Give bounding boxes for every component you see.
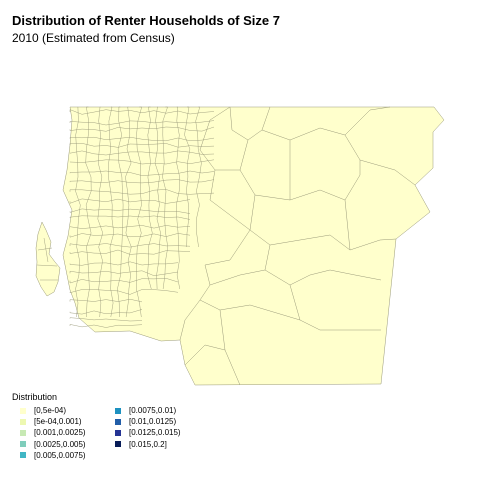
legend-swatch <box>20 407 26 414</box>
legend-item: [0.01,0.0125) <box>115 416 225 427</box>
legend-item: [0,5e-04) <box>20 405 115 416</box>
legend-title: Distribution <box>12 392 58 402</box>
legend-swatch <box>20 452 26 459</box>
legend-item: [0.001,0.0025) <box>20 427 115 438</box>
island <box>35 221 61 297</box>
legend-label: [0.0075,0.01) <box>129 406 177 416</box>
legend-item: [0.0025,0.005) <box>20 439 115 450</box>
legend-label: [0,5e-04) <box>34 406 67 416</box>
map-regions <box>35 106 445 386</box>
legend-label: [0.015,0.2] <box>129 439 167 449</box>
legend-label: [0.0125,0.015) <box>129 428 181 438</box>
legend-label: [0.001,0.0025) <box>34 428 86 438</box>
legend-item: [5e-04,0.001) <box>20 416 115 427</box>
legend-swatch <box>115 429 121 436</box>
legend-label: [0.005,0.0075) <box>34 450 86 460</box>
legend-swatch <box>20 441 26 448</box>
legend-swatch <box>20 418 26 425</box>
legend-swatch <box>115 441 121 448</box>
legend-swatch <box>115 407 121 414</box>
legend-swatch <box>115 418 121 425</box>
legend-label: [0.0025,0.005) <box>34 439 86 449</box>
legend-item: [0.0125,0.015) <box>115 427 225 438</box>
legend-label: [5e-04,0.001) <box>34 417 82 427</box>
legend-item: [0.015,0.2] <box>115 439 225 450</box>
legend-item: [0.0075,0.01) <box>115 405 225 416</box>
legend: [0,5e-04) [5e-04,0.001) [0.001,0.0025) [0.0… <box>20 405 225 461</box>
legend-swatch <box>20 429 26 436</box>
legend-item: [0.005,0.0075) <box>20 450 115 461</box>
legend-label: [0.01,0.0125) <box>129 417 177 427</box>
